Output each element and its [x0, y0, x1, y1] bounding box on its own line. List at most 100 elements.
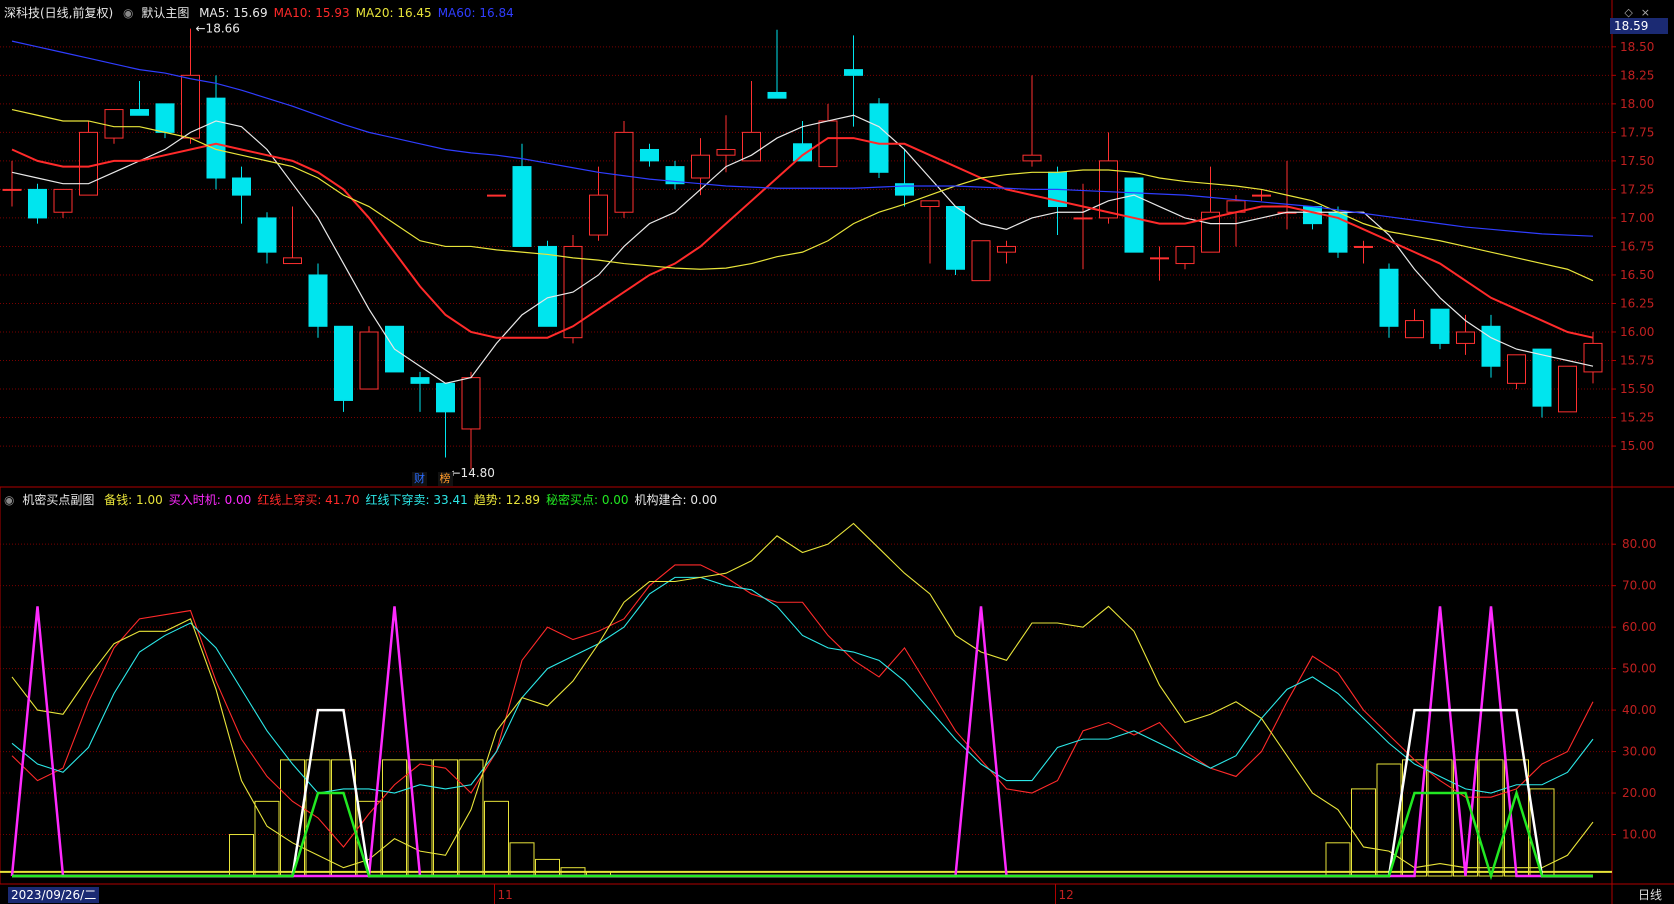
- candle-body: [181, 74, 200, 139]
- main-tick-label: 15.25: [1620, 411, 1654, 425]
- ma-legend: MA5: 15.69 MA10: 15.93 MA20: 16.45 MA60: 16…: [199, 6, 520, 20]
- candle-body: [512, 166, 532, 247]
- main-tick-label: 15.75: [1620, 354, 1654, 368]
- ma-legend-item: MA10: 15.93: [273, 6, 350, 20]
- candle-body: [130, 109, 149, 116]
- candle-body: [716, 148, 736, 156]
- main-tick-label: 15.00: [1620, 439, 1654, 453]
- candle-body: [206, 97, 226, 179]
- candle-body: [1354, 245, 1373, 248]
- current-price-label: 18.59: [1610, 18, 1668, 34]
- candle-body: [742, 131, 761, 162]
- candle-body: [640, 148, 659, 162]
- sub-tick-label: 50.00: [1622, 662, 1656, 676]
- candle-body: [1303, 206, 1322, 225]
- candle-body: [614, 131, 634, 213]
- date-axis: 11 12: [494, 884, 1074, 904]
- candle-body: [1022, 154, 1042, 162]
- candle-body: [997, 245, 1016, 253]
- candles[interactable]: [2, 28, 1603, 469]
- indicator-dot-icon[interactable]: ◉: [4, 493, 14, 507]
- candle-body: [793, 143, 812, 162]
- candle-body: [461, 377, 481, 430]
- candle-body: [1583, 342, 1603, 373]
- stock-title[interactable]: 深科技(日线,前复权): [4, 6, 113, 20]
- cursor-date-label: 2023/09/26/二: [8, 887, 100, 903]
- candle-body: [844, 69, 863, 76]
- sub-tick-label: 10.00: [1622, 828, 1656, 842]
- main-tick-label: 15.50: [1620, 382, 1654, 396]
- sub-bar: [484, 800, 509, 877]
- sub-legend-item: 红线上穿买: 41.70: [257, 493, 360, 507]
- sub-bar: [254, 800, 280, 877]
- candle-body: [410, 377, 430, 384]
- candle-body: [232, 177, 251, 196]
- candle-body: [1456, 331, 1475, 344]
- sub-tick-label: 80.00: [1622, 537, 1656, 551]
- dropdown-icon[interactable]: ◉: [123, 6, 133, 20]
- main-tick-label: 16.50: [1620, 268, 1654, 282]
- candle-body: [971, 240, 991, 282]
- calendar-mark[interactable]: 财: [412, 472, 427, 486]
- candle-body: [1252, 194, 1271, 197]
- sub-line: [11, 576, 1594, 794]
- calendar-mark[interactable]: 榜: [437, 472, 453, 486]
- sub-tick-label: 40.00: [1622, 703, 1656, 717]
- ma-legend-item: MA5: 15.69: [199, 6, 268, 20]
- candle-body: [538, 245, 557, 327]
- candle-body: [1507, 354, 1526, 384]
- sub-bar: [229, 834, 254, 877]
- sub-chart-header: ◉ 机密买点副图 备钱: 1.00 买入时机: 0.00 红线上穿买: 41.70 红…: [4, 491, 729, 509]
- main-chart-label[interactable]: 默认主图: [141, 6, 189, 20]
- candle-body: [920, 200, 940, 208]
- candle-body: [1532, 348, 1552, 407]
- candle-body: [1558, 365, 1577, 413]
- candle-body: [2, 188, 22, 191]
- main-tick-label: 17.50: [1620, 154, 1654, 168]
- sub-legend: 备钱: 1.00 买入时机: 0.00 红线上穿买: 41.70 红线下穿卖: 33.…: [104, 493, 723, 507]
- candle-body: [334, 325, 353, 401]
- ma-legend-item: MA20: 16.45: [355, 6, 432, 20]
- candle-body: [1405, 320, 1424, 339]
- sub-tick-label: 20.00: [1622, 786, 1656, 800]
- candle-body: [1430, 308, 1450, 344]
- candle-body: [79, 131, 98, 196]
- candle-body: [359, 331, 379, 390]
- sub-bar: [458, 759, 484, 877]
- main-tick-label: 16.75: [1620, 239, 1654, 253]
- candle-body: [589, 194, 608, 236]
- date-tick-label: 11: [498, 888, 513, 902]
- sub-value-axis: 80.00 70.00 60.00 50.00 40.00 30.00 20.00 10.00: [1612, 537, 1656, 842]
- sub-tick-label: 30.00: [1622, 745, 1656, 759]
- sub-indicator-lines: [0, 522, 1612, 881]
- candle-body: [155, 103, 175, 133]
- candle-body: [1175, 245, 1195, 265]
- period-button[interactable]: 日线: [1638, 887, 1662, 903]
- candle-body: [487, 194, 506, 197]
- price-annotation: ←18.66: [196, 22, 240, 36]
- sub-bar: [535, 858, 560, 877]
- candle-body: [869, 103, 889, 173]
- sub-tick-label: 70.00: [1622, 579, 1656, 593]
- candle-body: [1124, 177, 1144, 253]
- sub-bar: [1351, 788, 1376, 877]
- sub-bar: [1529, 788, 1555, 877]
- candle-body: [308, 274, 328, 327]
- candle-body: [28, 188, 47, 219]
- main-tick-label: 18.00: [1620, 97, 1654, 111]
- sub-bar: [1427, 759, 1453, 877]
- price-annotation: ←14.80: [451, 466, 495, 480]
- sub-line: [11, 564, 1594, 848]
- sub-line: [11, 522, 1594, 869]
- stock-chart[interactable]: 18.50 18.25 18.00 17.75 17.50 17.25 17.00 16.75…: [0, 0, 1674, 904]
- ma-legend-item: MA60: 16.84: [437, 6, 514, 20]
- main-chart-header: 深科技(日线,前复权) ◉ 默认主图 MA5: 15.69 MA10: 15.93…: [4, 4, 526, 22]
- sub-chart-title[interactable]: 机密买点副图: [22, 493, 94, 507]
- candle-body: [53, 188, 73, 213]
- main-tick-label: 18.25: [1620, 68, 1654, 82]
- sub-legend-item: 买入时机: 0.00: [168, 493, 252, 507]
- main-price-axis: 18.50 18.25 18.00 17.75 17.50 17.25 17.00 16.75…: [1612, 40, 1654, 453]
- sub-legend-item: 红线下穿卖: 33.41: [365, 493, 468, 507]
- candle-body: [1481, 325, 1501, 367]
- candle-body: [1150, 257, 1169, 260]
